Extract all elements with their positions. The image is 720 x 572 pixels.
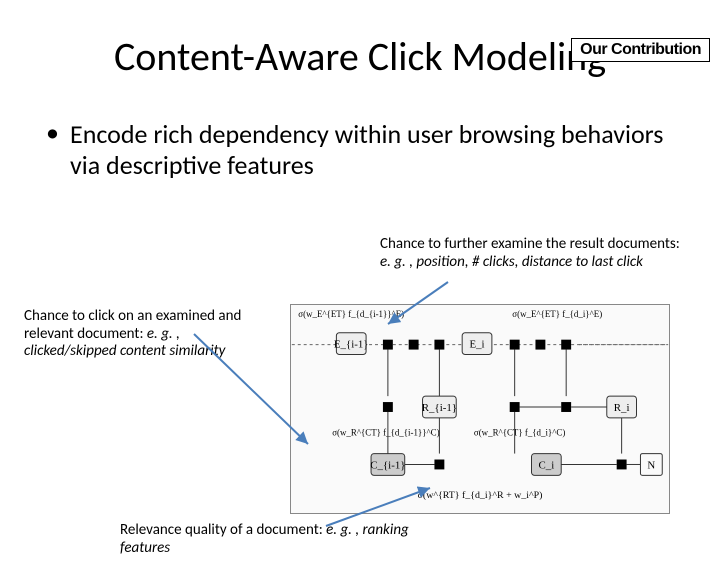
label-sigma-R-left: σ(w_R^{CT} f_{d_{i-1}}^C): [332, 428, 439, 438]
bullet-list: Encode rich dependency within user brows…: [46, 119, 674, 180]
annotation-example: e. g. , position, # clicks, distance to …: [380, 253, 643, 271]
node-E-im1: E_{i-1}: [334, 339, 369, 351]
node-C-im1: C_{i-1}: [370, 459, 405, 471]
contribution-badge: Our Contribution: [571, 38, 710, 62]
label-sigma-R-right: σ(w_R^{CT} f_{d_i}^C): [474, 428, 565, 438]
label-sigma-bottom: σ(w^{RT} f_{d_i}^R + w_i^P): [418, 490, 543, 501]
label-sigma-E-left: σ(w_E^{ET} f_{d_{i-1}}^E): [298, 309, 404, 319]
annotation-examine: Chance to further examine the result doc…: [380, 236, 680, 271]
annotation-text: Relevance quality of a document:: [120, 521, 326, 539]
node-R-i: R_i: [614, 402, 630, 414]
node-N: N: [647, 459, 655, 471]
annotation-click: Chance to click on an examined and relev…: [24, 308, 274, 361]
node-E-i: E_i: [469, 339, 484, 351]
annotation-text: Chance to click on an examined and relev…: [24, 307, 241, 343]
node-R-im1: R_{i-1}: [422, 402, 457, 414]
node-C-i: C_i: [539, 459, 555, 471]
model-diagram: σ(w_E^{ET} f_{d_{i-1}}^E) σ(w_E^{ET} f_{…: [290, 304, 670, 514]
annotation-text: Chance to further examine the result doc…: [380, 235, 680, 253]
bullet-item: Encode rich dependency within user brows…: [46, 119, 674, 180]
label-sigma-E-right: σ(w_E^{ET} f_{d_i}^E): [512, 309, 602, 319]
